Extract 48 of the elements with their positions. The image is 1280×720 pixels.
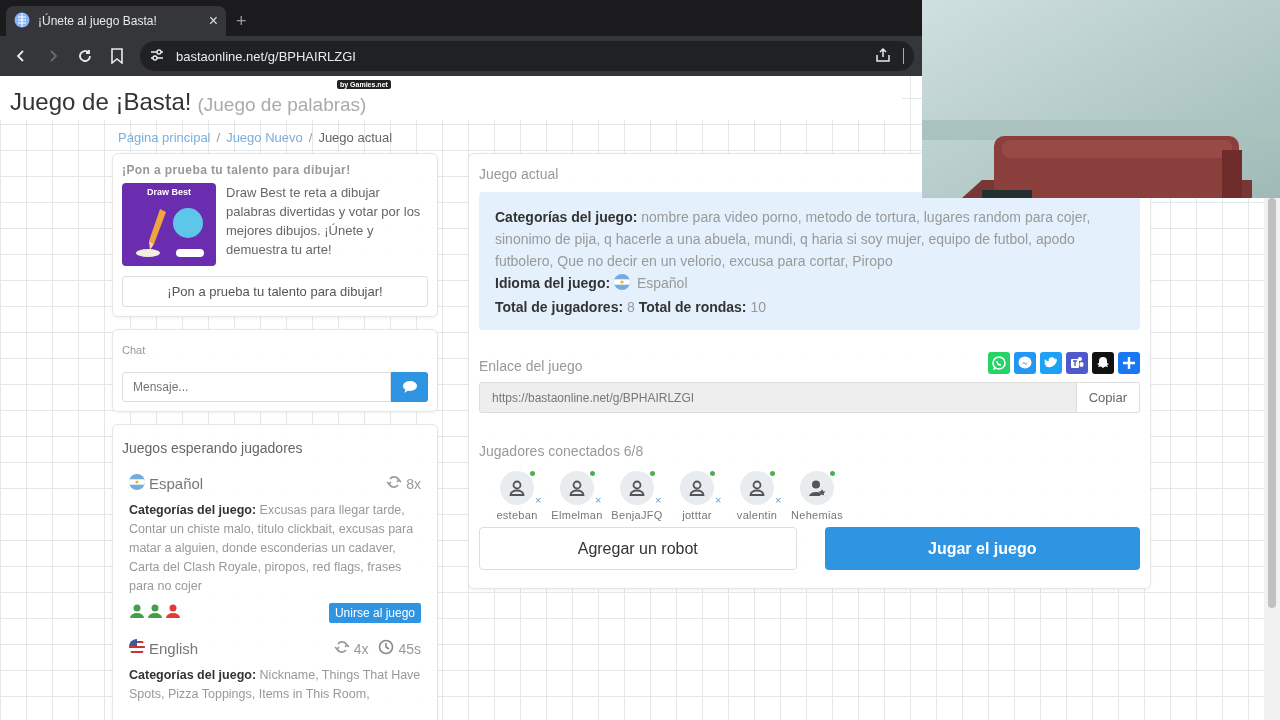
players-title: Jugadores conectados 6/8 (479, 443, 645, 459)
tab-title: ¡Únete al juego Basta! (38, 14, 158, 28)
address-bar[interactable]: bastaonline.net/g/BPHAIRLZGI (140, 41, 914, 71)
new-tab-button[interactable]: + (236, 6, 247, 36)
join-button[interactable]: Unirse al juego (328, 603, 421, 623)
link-label: Enlace del juego (479, 358, 583, 374)
page-subtitle: (Juego de palabras) (197, 94, 367, 116)
breadcrumb-separator: / (308, 130, 313, 145)
chat-title: Chat (122, 344, 147, 356)
section-title: Juego actual (479, 166, 560, 182)
game-info: Idioma del juego: Español (495, 273, 689, 295)
copy-button[interactable]: Copiar (1076, 382, 1140, 413)
promo-heading: ¡Pon a prueba tu talento para dibujar! (122, 163, 352, 177)
language-label: English (149, 640, 200, 657)
game-link-field[interactable]: https://bastaonline.net/g/BPHAIRLZGI (479, 382, 1077, 413)
breadcrumb-current: Juego actual (318, 130, 393, 145)
play-button[interactable]: Jugar el juego (824, 527, 1140, 570)
game-info: Categorías del juego: nombre para video porno, metodo de tortura, lugares random para cojer, sinonimo de pija, q hacerle a una abuela, mundi, q haria si soy mujer, equipo de futbol, apodo futbolero, Que no decir en un velorio, excusa para cortar, Piropo (495, 208, 1092, 271)
player-name: esteban (496, 509, 538, 521)
message-field[interactable]: Mensaje... (122, 372, 391, 402)
game-categories: Categorías del juego: Nickname, Things That Have Spots, Pizza Toppings, Items in This Room, (129, 667, 421, 703)
time-limit: 45s (398, 640, 421, 657)
ad-image[interactable]: Draw Best (122, 183, 216, 266)
remove-button[interactable]: × (595, 495, 602, 506)
rounds-count: 8x (406, 475, 421, 492)
player-name: BenjaJFQ (611, 509, 663, 521)
close-icon[interactable]: × (208, 12, 218, 30)
player-name: Elmelman (551, 509, 603, 521)
breadcrumb-link[interactable]: Juego Nuevo (226, 130, 303, 145)
rounds-count: 4x (353, 640, 369, 657)
breadcrumb-link[interactable]: Página principal (118, 130, 211, 145)
remove-button[interactable]: × (535, 495, 542, 506)
browser-tab[interactable]: ¡Únete al juego Basta! × (6, 6, 226, 36)
player-name: valentin (736, 509, 778, 521)
add-robot-button[interactable]: Agregar un robot (479, 527, 797, 570)
promo-button[interactable]: ¡Pon a prueba tu talento para dibujar! (122, 276, 428, 307)
remove-button[interactable]: × (775, 495, 782, 506)
breadcrumb-separator: / (216, 130, 221, 145)
page-title: Juego de ¡Basta! (10, 88, 192, 116)
section-title: Juegos esperando jugadores (122, 440, 304, 456)
language-label: Español (149, 475, 205, 492)
player-name: jotttar (682, 509, 712, 521)
remove-button[interactable]: × (715, 495, 722, 506)
player-name: Nehemias (791, 509, 843, 521)
promo-text: Draw Best te reta a dibujar palabras divertidas y votar por los mejores dibujos. ¡Únete y demuestra tu arte! (226, 184, 422, 259)
game-info: Total de jugadores: 8 Total de rondas: 10 (495, 298, 767, 317)
remove-button[interactable]: × (655, 495, 662, 506)
game-categories: Categorías del juego: Excusas para llegar tarde, Contar un chiste malo, titulo clickbait, excusas para matar a alguien, donde esconderias un cadaver, Carta del Clash Royale, piropos, red flags, frases para no cojer (129, 502, 415, 595)
